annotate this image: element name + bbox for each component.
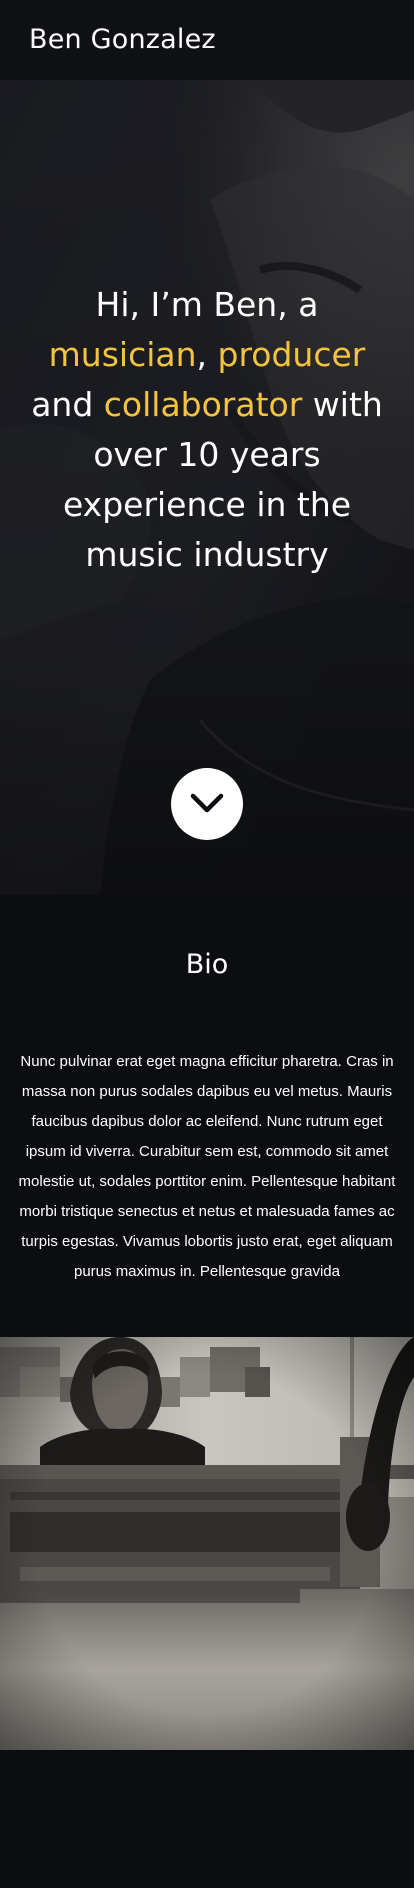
hero-role-musician: musician [48,335,197,374]
hero-connector: and [31,385,94,424]
studio-photo-section [0,1337,414,1750]
hero-headline: Hi, I’m Ben, a musician, producer and co… [20,280,394,580]
studio-image [0,1337,414,1750]
hero-intro-prefix: Hi, I’m Ben, a [95,285,319,324]
site-title[interactable]: Ben Gonzalez [29,22,216,58]
bio-section: Bio Nunc pulvinar erat eget magna effici… [0,895,414,1337]
hero-role-collaborator: collaborator [103,385,303,424]
bio-text: Nunc pulvinar erat eget magna efficitur … [18,1053,396,1280]
bio-title: Bio [185,949,229,980]
hero-separator: , [196,335,218,374]
top-bar: Ben Gonzalez [0,0,414,80]
hero-section: Hi, I’m Ben, a musician, producer and co… [0,80,414,895]
chevron-down-icon [190,793,224,813]
scroll-down-button[interactable] [171,768,243,840]
hero-role-producer: producer [217,335,366,374]
footer-spacer [0,1750,414,1888]
